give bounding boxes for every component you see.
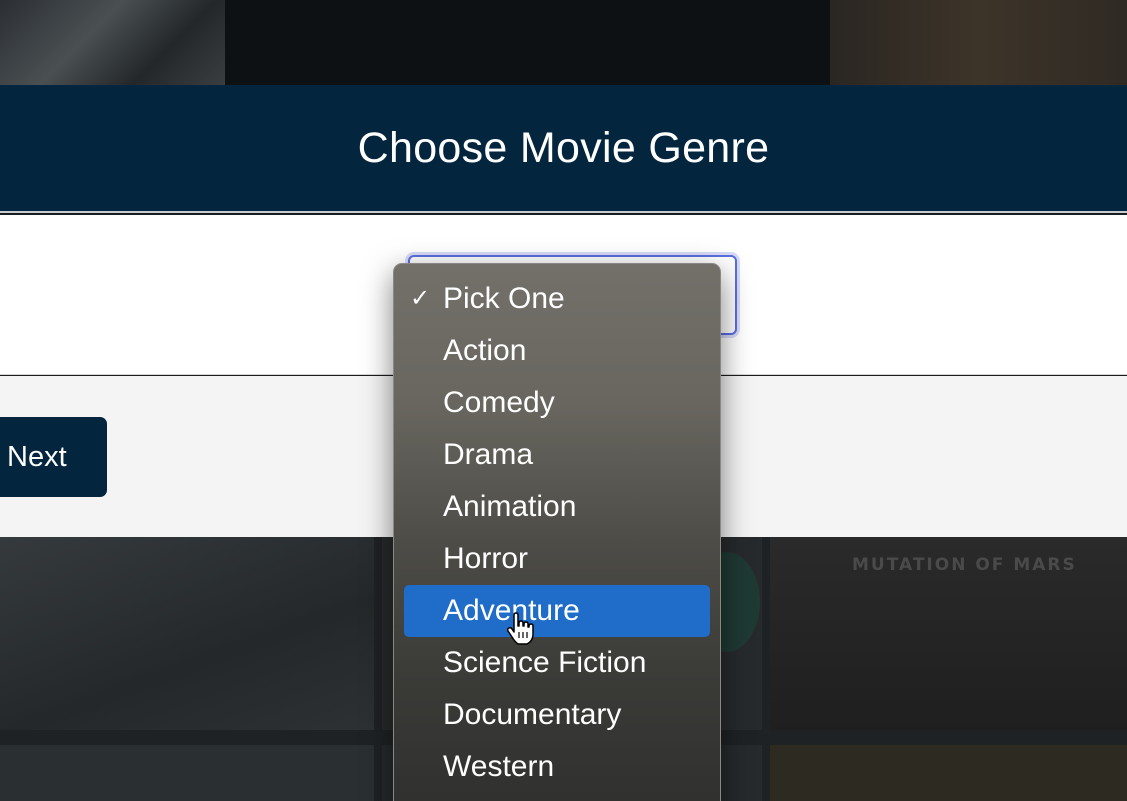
poster-image (830, 0, 1127, 85)
genre-option-pick-one[interactable]: ✓ Pick One (404, 273, 710, 325)
genre-option-adventure[interactable]: Adventure (404, 585, 710, 637)
option-label: Animation (443, 490, 577, 523)
page: Choose Movie Genre Next MUTATION OF MARS… (0, 0, 1127, 801)
genre-option-action[interactable]: Action (404, 325, 710, 377)
genre-option-science-fiction[interactable]: Science Fiction (404, 637, 710, 689)
option-label: Drama (443, 438, 534, 471)
poster-image (225, 0, 830, 85)
page-header: Choose Movie Genre (0, 85, 1127, 213)
genre-option-comedy[interactable]: Comedy (404, 377, 710, 429)
genre-option-drama[interactable]: Drama (404, 429, 710, 481)
genre-option-documentary[interactable]: Documentary (404, 689, 710, 741)
option-label: Action (443, 334, 527, 367)
option-label: Science Fiction (443, 646, 647, 679)
top-poster-strip (0, 0, 1127, 85)
option-label: Pick One (443, 282, 565, 315)
option-label: Comedy (443, 386, 555, 419)
option-label: Western (443, 750, 555, 783)
hand-pointer-icon (506, 612, 534, 645)
poster-tile (0, 537, 374, 730)
genre-dropdown-menu[interactable]: ✓ Pick One Action Comedy Drama Animation… (393, 263, 721, 801)
genre-option-western[interactable]: Western (404, 741, 710, 793)
option-label: Documentary (443, 698, 622, 731)
genre-option-horror[interactable]: Horror (404, 533, 710, 585)
poster-tile (770, 745, 1127, 801)
poster-caption: MUTATION OF MARS (852, 555, 1077, 575)
checkmark-icon: ✓ (410, 284, 431, 312)
option-label: Horror (443, 542, 529, 575)
poster-tile: MUTATION OF MARS (770, 537, 1127, 730)
poster-tile (0, 745, 374, 801)
page-title: Choose Movie Genre (357, 123, 770, 172)
poster-image (0, 0, 225, 85)
genre-option-animation[interactable]: Animation (404, 481, 710, 533)
next-button[interactable]: Next (0, 417, 107, 497)
